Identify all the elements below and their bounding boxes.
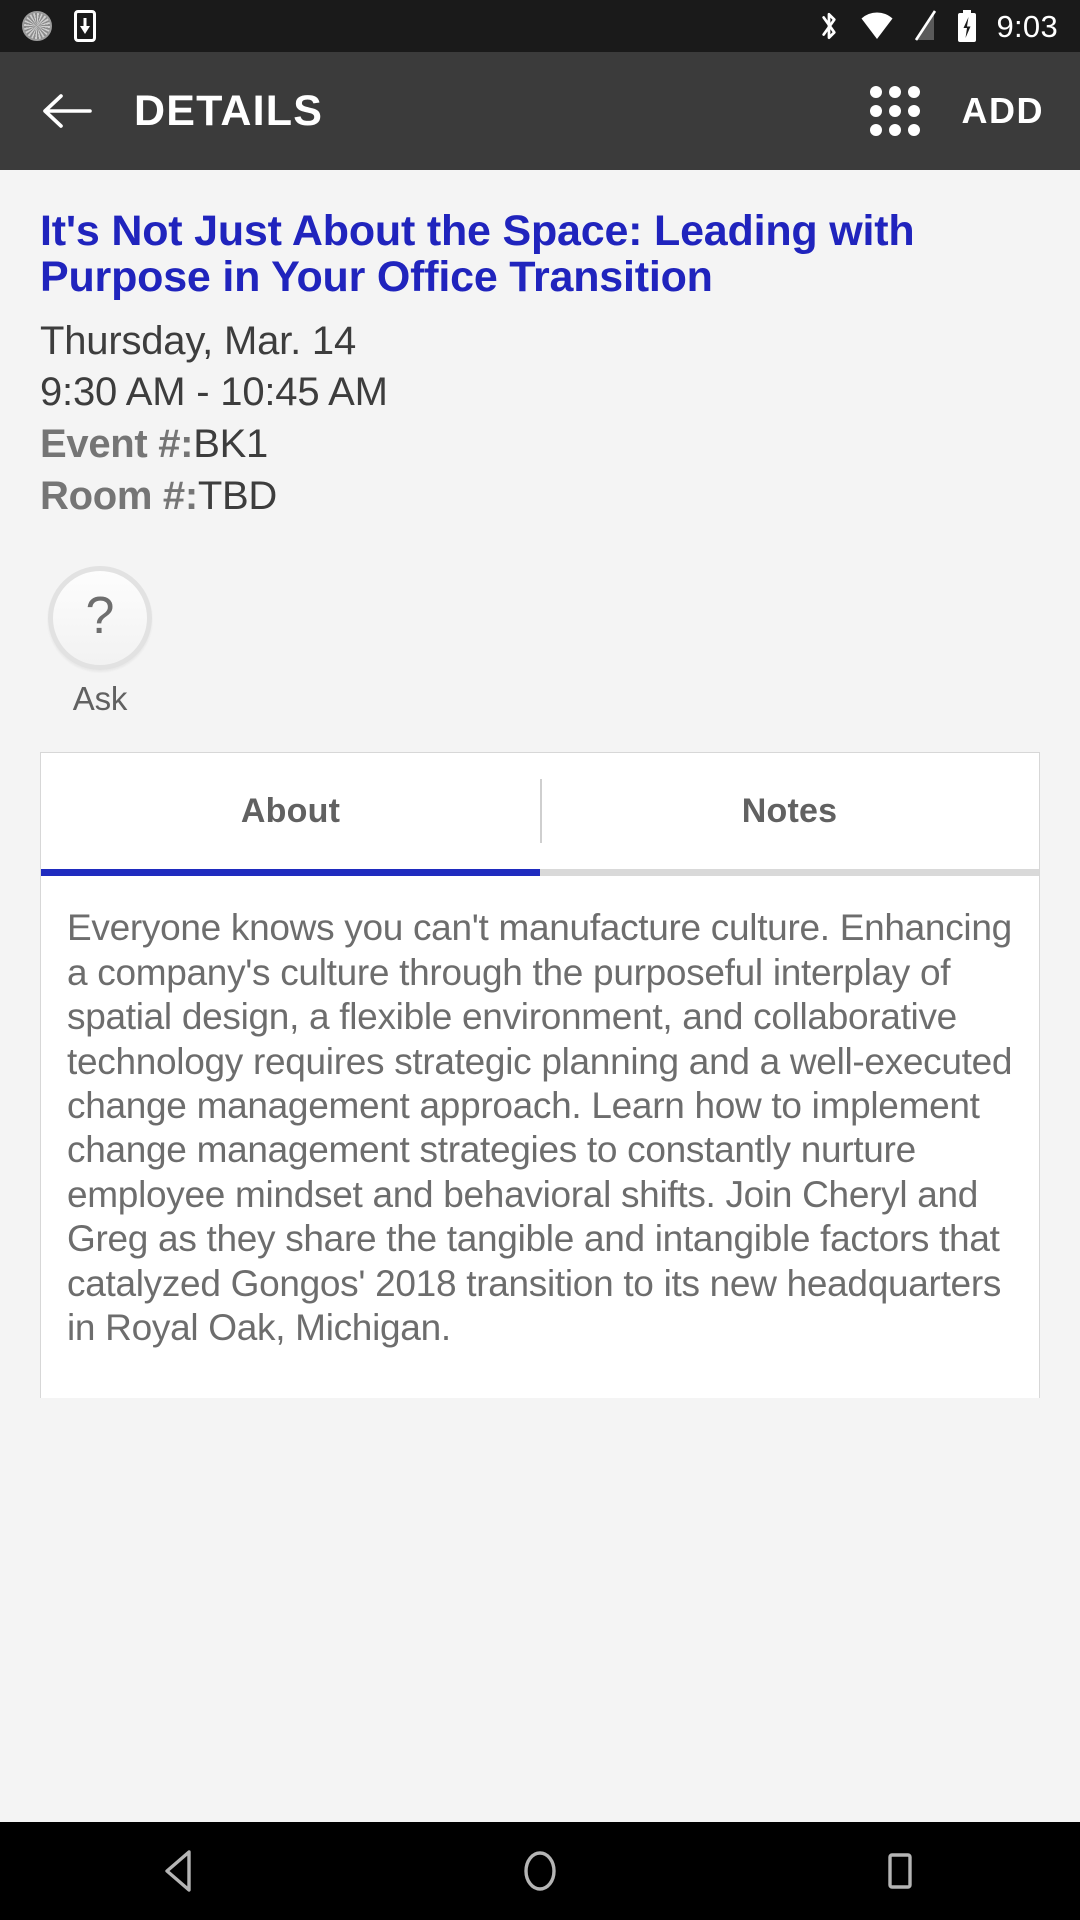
- details-content: It's Not Just About the Space: Leading w…: [0, 170, 1080, 1399]
- wifi-icon: [861, 12, 893, 39]
- event-title: It's Not Just About the Space: Leading w…: [40, 207, 915, 301]
- tab-about[interactable]: About: [41, 753, 540, 869]
- add-button[interactable]: ADD: [962, 90, 1051, 132]
- room-number-value: TBD: [197, 474, 278, 519]
- tab-bar: About Notes: [41, 753, 1039, 869]
- status-bar: 9:03: [0, 0, 1080, 52]
- grid-dot: [907, 124, 920, 136]
- back-arrow-icon: [43, 94, 92, 128]
- tab-indicator-track: [41, 869, 1039, 877]
- event-date: Thursday, Mar. 14: [40, 319, 356, 363]
- nav-recents-button[interactable]: [825, 1822, 975, 1920]
- grid-dot: [869, 105, 882, 117]
- status-bar-right-icons: 9:03: [816, 9, 1058, 43]
- app-bar-actions: ADD: [868, 84, 1051, 138]
- tab-content-about: Everyone knows you can't manufacture cul…: [41, 876, 1039, 1350]
- grid-dot: [907, 86, 920, 98]
- room-number-label: Room #:: [40, 474, 198, 519]
- back-button[interactable]: [30, 74, 104, 148]
- app-bar: DETAILS ADD: [0, 52, 1080, 170]
- grid-dot: [888, 105, 901, 117]
- status-bar-clock: 9:03: [996, 8, 1058, 44]
- ask-label: Ask: [72, 680, 128, 718]
- status-bar-left-icons: [22, 10, 96, 42]
- grid-dot: [869, 86, 882, 98]
- event-time: 9:30 AM - 10:45 AM: [40, 370, 388, 415]
- android-navigation-bar: [0, 1822, 1080, 1920]
- nav-home-button[interactable]: [465, 1822, 615, 1920]
- nav-back-button[interactable]: [105, 1822, 255, 1920]
- signal-off-icon: [915, 10, 937, 41]
- event-number-row: Event #:BK1: [40, 418, 1040, 470]
- phone-screen: 9:03 DETAILS ADD It's Not Just About the…: [0, 0, 1080, 1920]
- nav-home-icon: [524, 1851, 556, 1891]
- apps-grid-icon[interactable]: [868, 84, 922, 138]
- about-description: Everyone knows you can't manufacture cul…: [67, 907, 1013, 1348]
- question-mark-icon: ?: [85, 587, 115, 646]
- grid-dot: [888, 86, 901, 98]
- ask-button[interactable]: ?: [48, 566, 152, 671]
- event-number-value: BK1: [193, 422, 268, 467]
- download-to-device-icon: [74, 10, 96, 42]
- grid-dot: [888, 124, 901, 136]
- nav-recents-icon: [888, 1853, 912, 1889]
- nav-back-icon: [165, 1850, 191, 1892]
- battery-charging-icon: [958, 10, 977, 42]
- grid-dot: [907, 105, 920, 117]
- tab-notes[interactable]: Notes: [540, 753, 1039, 869]
- page-title: DETAILS: [134, 86, 324, 135]
- grid-dot: [869, 124, 882, 136]
- active-tab-indicator: [41, 869, 540, 877]
- ask-action[interactable]: ? Ask: [40, 566, 160, 718]
- room-number-row: Room #:TBD: [40, 470, 1040, 522]
- tabs-panel: About Notes Everyone knows you can't man…: [40, 752, 1040, 1399]
- bluetooth-icon: [822, 12, 837, 40]
- event-number-label: Event #:: [40, 422, 194, 467]
- sync-icon: [22, 11, 52, 41]
